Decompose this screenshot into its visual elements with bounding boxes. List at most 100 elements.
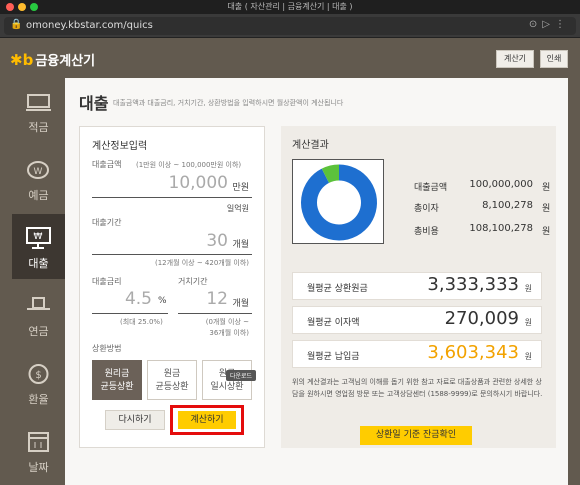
browser-action-icons[interactable]: ⊙▷⋮ (529, 19, 570, 30)
summary-label: 총이자 (414, 204, 439, 214)
summary-unit: 원 (542, 227, 551, 237)
monthly-value: 270,009 (444, 308, 519, 329)
exchange-icon: $ (28, 364, 49, 384)
logo-text: 금융계산기 (35, 54, 96, 69)
sidebar-item-exchange[interactable]: $ 환율 (12, 350, 65, 415)
grace-unit: 개월 (232, 299, 249, 309)
rate-label: 대출금리 (92, 277, 122, 286)
input-card: 계산정보입력 대출금액 (1만원 이상 ~ 100,000만원 이하) 10,0… (79, 126, 265, 448)
hat-icon (27, 297, 50, 310)
method-equal-principal-button[interactable]: 원금 균등상환 (147, 360, 197, 400)
method-label: 상환방법 (92, 344, 122, 353)
sidebar-item-loan[interactable]: ₩ 대출 (12, 214, 72, 279)
sidebar-item-savings[interactable]: 적금 (12, 78, 65, 143)
lock-icon: 🔒 (10, 19, 23, 30)
svg-text:W: W (34, 167, 43, 177)
savings-icon (26, 94, 51, 111)
sidebar-item-pension[interactable]: 연금 (12, 282, 65, 347)
print-button[interactable]: 인쇄 (540, 50, 568, 68)
result-note: 위의 계산결과는 고객님의 이해를 돕기 위한 참고 자료로 대출상품과 관련한… (292, 378, 543, 398)
summary-label: 총비용 (414, 227, 439, 237)
summary-unit: 원 (542, 183, 551, 193)
calculate-button[interactable]: 계산하기 (178, 411, 236, 429)
sidebar-item-label: 대출 (28, 257, 49, 270)
amount-readout: 일억원 (226, 204, 249, 213)
donut-slice-대출금액 (301, 164, 377, 241)
monitor-won-icon: ₩ (26, 227, 51, 249)
url-field[interactable]: 🔒 omoney.kbstar.com/quics ⊙▷⋮ (4, 17, 576, 35)
rate-hint: (최대 25.0%) (120, 318, 163, 326)
calendar-icon (28, 432, 49, 452)
sidebar-item-deposit[interactable]: W 예금 (12, 146, 65, 211)
grace-hint-line2: 36개월 이하) (209, 329, 249, 337)
kb-logo-icon: ✱b (10, 50, 34, 69)
donut-chart (301, 164, 377, 241)
logo[interactable]: ✱b 금융계산기 (10, 50, 96, 70)
page-description: 대출금액과 대출금리, 거치기간, 상환방법을 입력하시면 월상환액이 계산됩니… (113, 99, 344, 107)
amount-input[interactable]: 10,000 (169, 173, 228, 193)
app-header: ✱b 금융계산기 계산기 인쇄 (0, 38, 580, 78)
sidebar-item-label: 환율 (28, 393, 49, 406)
grace-hint-line1: (0개월 이상 ~ (205, 318, 249, 326)
monthly-unit: 원 (524, 284, 532, 293)
result-card: 계산결과 대출금액 100,000,000 원 총이자 8,100,278 원 … (281, 126, 556, 448)
address-bar: 🔒 omoney.kbstar.com/quics ⊙▷⋮ (0, 14, 580, 38)
donut-slice-총이자 (321, 164, 340, 184)
grace-underline (178, 313, 252, 314)
window-title-bar: 대출 ( 자산관리 | 금융계산기 | 대출 ) (0, 0, 580, 14)
summary-value: 108,100,278 (469, 223, 533, 234)
summary-unit: 원 (542, 204, 551, 214)
method-option-line2: 균등상환 (155, 382, 189, 392)
amount-hint: (1만원 이상 ~ 100,000만원 이하) (136, 161, 242, 169)
svg-text:$: $ (35, 370, 41, 381)
app: ✱b 금융계산기 계산기 인쇄 적금 W 예금 ₩ 대출 연금 $ 환율 날짜 … (0, 38, 580, 485)
period-underline (92, 254, 252, 255)
calculate-button-highlight: 계산하기 (170, 405, 244, 435)
summary-value: 8,100,278 (482, 200, 533, 211)
period-input[interactable]: 30 (206, 231, 228, 251)
page-title: 대출 (79, 94, 109, 113)
period-unit: 개월 (232, 240, 249, 250)
grace-label: 거치기간 (178, 277, 208, 286)
monthly-value: 3,333,333 (427, 274, 519, 295)
amount-unit: 만원 (232, 183, 249, 193)
monthly-label: 월평균 상환원금 (307, 284, 368, 294)
rate-input[interactable]: 4.5 (92, 289, 152, 309)
monthly-value: 3,603,343 (427, 342, 519, 363)
sidebar-item-label: 적금 (28, 121, 49, 134)
sidebar-item-label: 연금 (28, 325, 49, 338)
monthly-label: 월평균 이자액 (307, 318, 360, 328)
monthly-principal-row: 월평균 상환원금 3,333,333 원 (292, 272, 542, 300)
monthly-interest-row: 월평균 이자액 270,009 원 (292, 306, 542, 334)
amount-underline (92, 197, 252, 198)
main-panel: 대출 대출금액과 대출금리, 거치기간, 상환방법을 입력하시면 월상환액이 계… (65, 78, 568, 485)
method-option-line2: 균등상환 (100, 382, 134, 392)
reset-button[interactable]: 다시하기 (105, 410, 165, 430)
monthly-label: 월평균 납입금 (307, 352, 360, 362)
period-label: 대출기간 (92, 218, 122, 227)
grace-input[interactable]: 12 (206, 289, 228, 309)
monthly-payment-row: 월평균 납입금 3,603,343 원 (292, 340, 542, 368)
calculator-button[interactable]: 계산기 (496, 50, 534, 68)
method-equal-principal-interest-button[interactable]: 원리금 균등상환 (92, 360, 142, 400)
input-section-title: 계산정보입력 (92, 141, 148, 152)
rate-underline (92, 313, 168, 314)
download-tooltip: 다운로드 (226, 370, 257, 381)
result-section-title: 계산결과 (292, 140, 329, 151)
balance-check-button[interactable]: 상환일 기준 잔금확인 (360, 426, 472, 445)
sidebar: 적금 W 예금 ₩ 대출 연금 $ 환율 날짜 (12, 78, 72, 485)
donut-chart-frame (292, 159, 384, 244)
rate-unit: % (158, 296, 167, 306)
amount-label: 대출금액 (92, 160, 122, 169)
sidebar-item-label: 날짜 (28, 461, 49, 474)
method-option-line1: 원리금 (104, 369, 130, 379)
period-hint: (12개월 이상 ~ 420개월 이하) (154, 259, 249, 267)
window-title: 대출 ( 자산관리 | 금융계산기 | 대출 ) (227, 2, 353, 11)
method-option-line1: 원금 (163, 369, 181, 379)
monthly-unit: 원 (524, 318, 532, 327)
monthly-unit: 원 (524, 352, 532, 361)
summary-value: 100,000,000 (469, 179, 533, 190)
svg-text:₩: ₩ (34, 232, 43, 242)
summary-label: 대출금액 (414, 183, 448, 193)
sidebar-item-date[interactable]: 날짜 (12, 418, 65, 483)
